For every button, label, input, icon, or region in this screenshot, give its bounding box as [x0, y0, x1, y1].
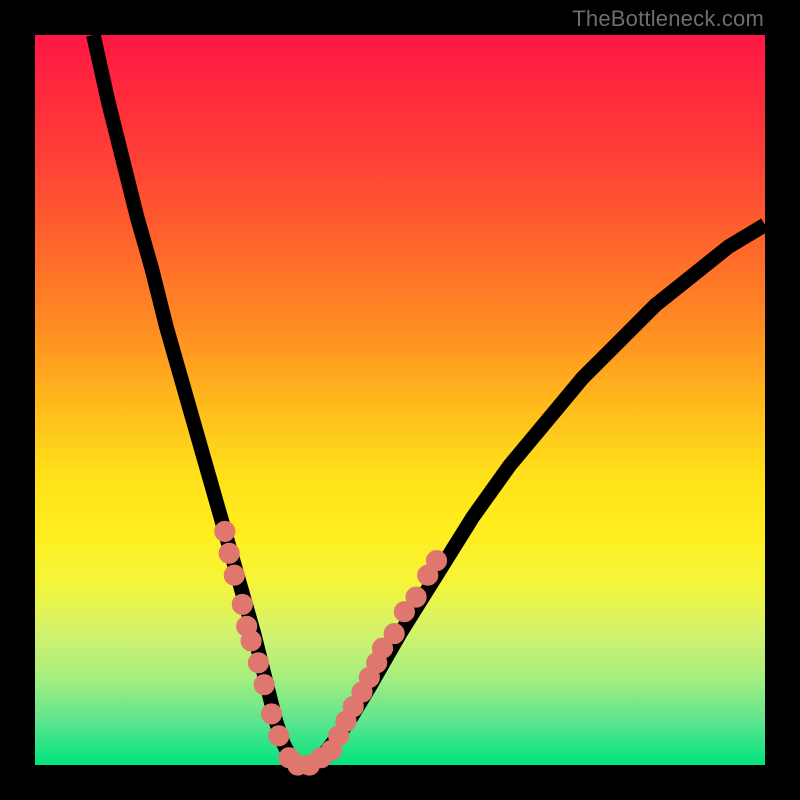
watermark-text: TheBottleneck.com	[572, 6, 764, 32]
highlight-dot	[244, 634, 258, 648]
highlight-dot	[397, 605, 411, 619]
highlight-dots	[218, 524, 444, 771]
highlight-dot	[272, 729, 286, 743]
highlight-dot	[376, 641, 390, 655]
highlight-dot	[222, 546, 236, 560]
highlight-dot	[257, 678, 271, 692]
highlight-dot	[387, 627, 401, 641]
chart-svg	[35, 35, 765, 765]
highlight-dot	[251, 656, 265, 670]
highlight-dot	[265, 707, 279, 721]
highlight-dot	[235, 597, 249, 611]
highlight-dot	[227, 568, 241, 582]
chart-frame: TheBottleneck.com	[0, 0, 800, 800]
bottleneck-curve	[93, 35, 765, 765]
highlight-dot	[430, 554, 444, 568]
highlight-dot	[409, 590, 423, 604]
highlight-dot	[218, 524, 232, 538]
